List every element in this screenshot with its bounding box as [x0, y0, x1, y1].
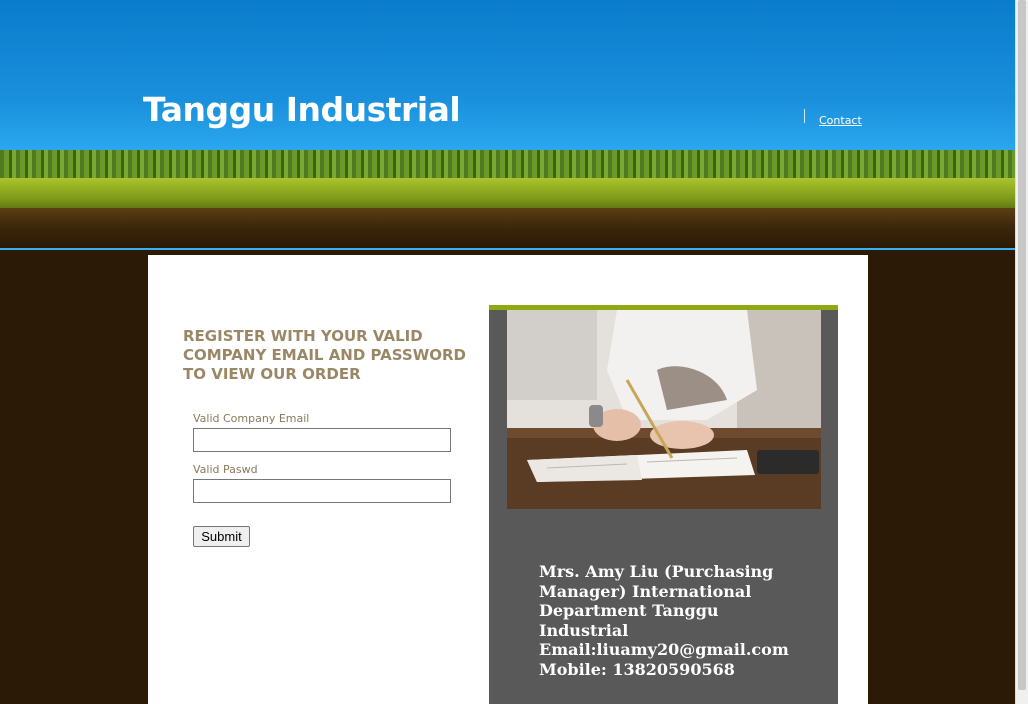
- top-nav: Contact: [804, 109, 862, 127]
- nav-contact-link[interactable]: Contact: [819, 114, 862, 127]
- email-field[interactable]: [193, 428, 451, 452]
- email-label: Valid Company Email: [193, 412, 310, 425]
- contact-name-title: Mrs. Amy Liu (Purchasing Manager) Intern…: [539, 562, 774, 640]
- contact-card: Mrs. Amy Liu (Purchasing Manager) Intern…: [489, 305, 838, 704]
- scrollbar-thumb[interactable]: [1018, 0, 1026, 690]
- register-heading: REGISTER WITH YOUR VALID COMPANY EMAIL A…: [183, 327, 466, 383]
- photo-person-writing-image: [507, 310, 821, 509]
- photo-illustration: [507, 310, 821, 509]
- main-content-panel: REGISTER WITH YOUR VALID COMPANY EMAIL A…: [148, 255, 868, 704]
- contact-details: Mrs. Amy Liu (Purchasing Manager) Intern…: [539, 562, 799, 679]
- password-field[interactable]: [193, 479, 451, 503]
- submit-button[interactable]: Submit: [193, 526, 250, 547]
- vertical-scrollbar[interactable]: [1015, 0, 1028, 704]
- site-title: Tanggu Industrial: [143, 90, 461, 129]
- header-grass-field: [0, 178, 1016, 212]
- contact-mobile: Mobile: 13820590568: [539, 659, 735, 679]
- header-soil: [0, 208, 1016, 248]
- password-label: Valid Paswd: [193, 463, 258, 476]
- contact-email: Email:liuamy20@gmail.com: [539, 640, 789, 659]
